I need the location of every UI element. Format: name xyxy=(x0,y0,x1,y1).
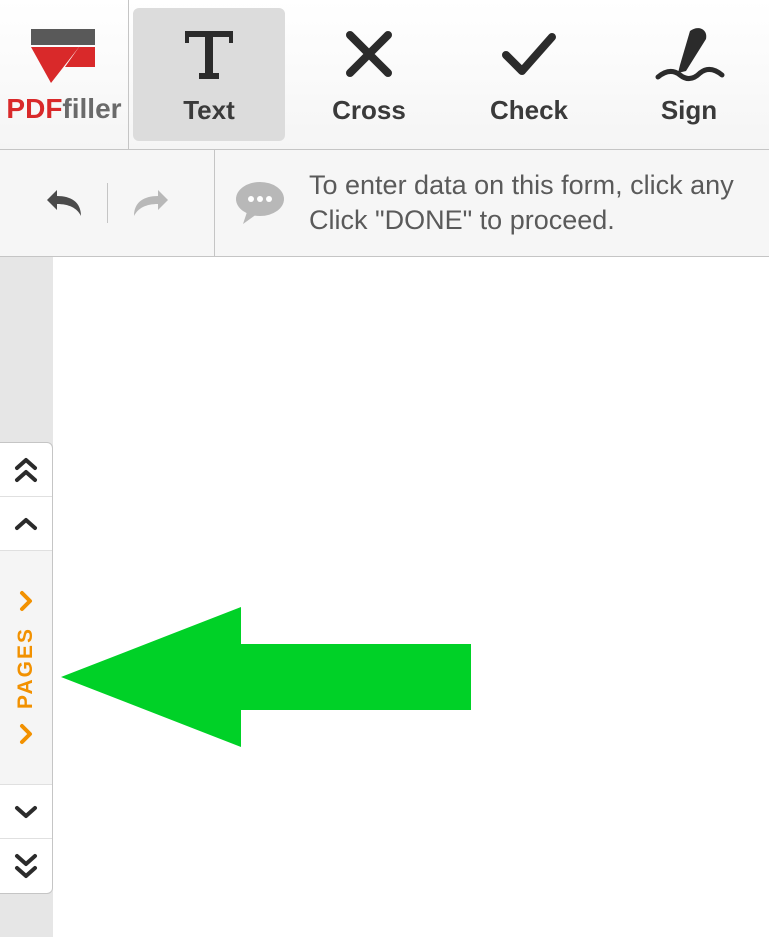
page-nav-panel: PAGES xyxy=(0,442,53,894)
last-page-button[interactable] xyxy=(0,839,52,893)
cross-tool-label: Cross xyxy=(332,95,406,126)
workspace xyxy=(0,257,769,937)
sign-icon xyxy=(650,23,728,85)
undo-icon xyxy=(43,182,87,220)
text-tool-button[interactable]: Text xyxy=(133,8,285,141)
sign-tool-button[interactable]: Sign xyxy=(613,8,765,141)
hint-line2: Click "DONE" to proceed. xyxy=(309,203,734,238)
cross-tool-button[interactable]: Cross xyxy=(293,8,445,141)
logo-text: PDFfiller xyxy=(6,93,121,125)
cross-icon xyxy=(338,23,400,85)
first-page-button[interactable] xyxy=(0,443,52,497)
next-page-button[interactable] xyxy=(0,785,52,839)
tool-buttons: Text Cross Check Sign xyxy=(129,0,769,149)
app-logo: PDFfiller xyxy=(0,0,129,149)
pages-label: PAGES xyxy=(14,627,38,709)
undo-button[interactable] xyxy=(33,172,97,235)
check-tool-button[interactable]: Check xyxy=(453,8,605,141)
hint-text: To enter data on this form, click any Cl… xyxy=(309,168,734,238)
double-chevron-down-icon xyxy=(13,852,39,880)
double-chevron-up-icon xyxy=(13,456,39,484)
logo-filler: filler xyxy=(62,93,121,124)
top-toolbar: PDFfiller Text Cross Check xyxy=(0,0,769,150)
second-bar: To enter data on this form, click any Cl… xyxy=(0,150,769,257)
history-section xyxy=(0,150,215,256)
chevron-down-icon xyxy=(13,803,39,821)
chevron-up-icon xyxy=(13,515,39,533)
text-icon xyxy=(175,23,243,85)
text-tool-label: Text xyxy=(183,95,235,126)
check-icon xyxy=(496,23,562,85)
canvas-area[interactable] xyxy=(53,257,769,937)
pages-panel-button[interactable]: PAGES xyxy=(0,551,52,785)
sign-tool-label: Sign xyxy=(661,95,717,126)
check-tool-label: Check xyxy=(490,95,568,126)
speech-bubble-icon xyxy=(233,180,287,226)
chevron-right-icon xyxy=(17,722,35,746)
pdffiller-logo-icon xyxy=(21,25,107,87)
hint-line1: To enter data on this form, click any xyxy=(309,168,734,203)
history-divider xyxy=(107,183,108,223)
prev-page-button[interactable] xyxy=(0,497,52,551)
hint-message: To enter data on this form, click any Cl… xyxy=(215,150,769,256)
redo-button[interactable] xyxy=(118,172,182,235)
logo-pdf: PDF xyxy=(6,93,62,124)
redo-icon xyxy=(128,182,172,220)
chevron-right-icon xyxy=(17,589,35,613)
